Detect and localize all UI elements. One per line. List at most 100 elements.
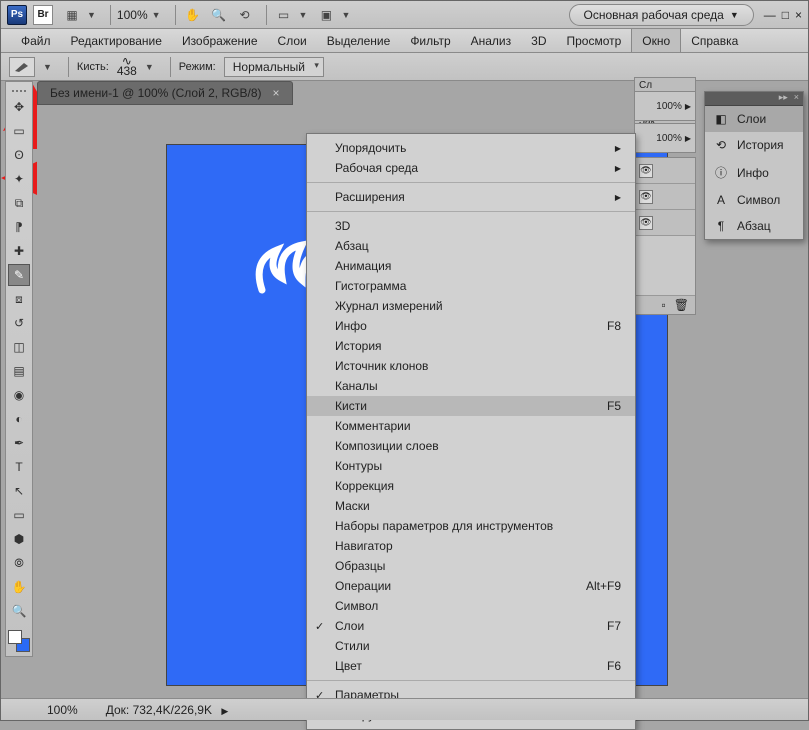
menu-item[interactable]: Гистограмма: [307, 276, 635, 296]
new-layer-icon[interactable]: ▫: [662, 298, 666, 312]
panel-tab-char[interactable]: AСимвол: [705, 187, 803, 213]
tool-path[interactable]: ↖: [8, 480, 30, 502]
tool-3dcam[interactable]: ⦾: [8, 552, 30, 574]
layer-row[interactable]: 👁: [635, 210, 695, 236]
hand-tool-icon[interactable]: ✋: [182, 5, 204, 25]
tool-stamp[interactable]: ⧈: [8, 288, 30, 310]
close-tab-icon[interactable]: ×: [273, 86, 280, 100]
menu-item[interactable]: Рабочая среда▶: [307, 158, 635, 178]
document-tab[interactable]: Без имени-1 @ 100% (Слой 2, RGB/8) ×: [37, 81, 293, 105]
panel-tab-history[interactable]: ⟲История: [705, 132, 803, 158]
menu-item[interactable]: История: [307, 336, 635, 356]
blend-mode-dropdown[interactable]: Нормальный: [224, 57, 324, 77]
menu-item[interactable]: Каналы: [307, 376, 635, 396]
panel-tab-para[interactable]: ¶Абзац: [705, 213, 803, 239]
menu-item-выделение[interactable]: Выделение: [317, 29, 401, 52]
menu-item[interactable]: Коррекция: [307, 476, 635, 496]
menu-item[interactable]: Композиции слоев: [307, 436, 635, 456]
color-swatches[interactable]: [8, 630, 30, 652]
tool-shape[interactable]: ▭: [8, 504, 30, 526]
menu-item[interactable]: Расширения▶: [307, 187, 635, 207]
dropdown-icon[interactable]: ▼: [145, 62, 154, 72]
tool-heal[interactable]: ✚: [8, 240, 30, 262]
dropdown-icon[interactable]: ▼: [341, 10, 350, 20]
zoom-level-label[interactable]: 100%: [117, 8, 148, 22]
menu-item[interactable]: СлоиF7: [307, 616, 635, 636]
opacity-row[interactable]: 100%▶: [634, 91, 696, 121]
menu-item[interactable]: Символ: [307, 596, 635, 616]
menu-item[interactable]: Журнал измерений: [307, 296, 635, 316]
menu-item[interactable]: КистиF5: [307, 396, 635, 416]
collapse-icon[interactable]: ▸▸: [779, 92, 788, 105]
menu-item[interactable]: 3D: [307, 216, 635, 236]
fill-row[interactable]: 100%▶: [634, 123, 696, 153]
menu-item-справка[interactable]: Справка: [681, 29, 748, 52]
status-zoom[interactable]: 100%: [47, 703, 78, 717]
tool-crop[interactable]: ⧉: [8, 192, 30, 214]
tool-preset-icon[interactable]: [9, 57, 35, 77]
menu-item[interactable]: ОперацииAlt+F9: [307, 576, 635, 596]
menu-item[interactable]: Источник клонов: [307, 356, 635, 376]
tool-history[interactable]: ↺: [8, 312, 30, 334]
tool-type[interactable]: T: [8, 456, 30, 478]
tool-gradient[interactable]: ▤: [8, 360, 30, 382]
rotate-view-icon[interactable]: ⟲: [234, 5, 256, 25]
menu-item-редактирование[interactable]: Редактирование: [61, 29, 172, 52]
menu-item-анализ[interactable]: Анализ: [461, 29, 522, 52]
menu-item-изображение[interactable]: Изображение: [172, 29, 268, 52]
menu-item[interactable]: ИнфоF8: [307, 316, 635, 336]
tool-eraser[interactable]: ◫: [8, 336, 30, 358]
menu-item-окно[interactable]: Окно: [631, 29, 681, 52]
arrange-icon[interactable]: ▭: [273, 5, 295, 25]
zoom-tool-icon[interactable]: 🔍: [208, 5, 230, 25]
tool-marquee[interactable]: ▭: [8, 120, 30, 142]
panel-dock-header[interactable]: ▸▸ ×: [705, 92, 803, 106]
menu-item-файл[interactable]: Файл: [11, 29, 61, 52]
menu-item[interactable]: Маски: [307, 496, 635, 516]
menu-item-просмотр[interactable]: Просмотр: [556, 29, 631, 52]
panel-tab-info[interactable]: ⓘИнфо: [705, 158, 803, 187]
tool-dodge[interactable]: ◐: [8, 408, 30, 430]
close-icon[interactable]: ×: [795, 8, 802, 22]
tool-3d[interactable]: ⬢: [8, 528, 30, 550]
screen-mode-icon[interactable]: ▣: [315, 5, 337, 25]
visibility-eye-icon[interactable]: 👁: [639, 164, 653, 178]
menu-item-фильтр[interactable]: Фильтр: [400, 29, 460, 52]
layer-row[interactable]: 👁: [635, 158, 695, 184]
panel-tab-layers[interactable]: ◧Слои: [705, 106, 803, 132]
tool-lasso[interactable]: ʘ: [8, 144, 30, 166]
menu-item[interactable]: Контуры: [307, 456, 635, 476]
maximize-icon[interactable]: □: [782, 8, 789, 22]
visibility-eye-icon[interactable]: 👁: [639, 190, 653, 204]
menu-item-слои[interactable]: Слои: [268, 29, 317, 52]
menu-item[interactable]: Образцы: [307, 556, 635, 576]
dropdown-icon[interactable]: ▼: [87, 10, 96, 20]
layer-row[interactable]: 👁: [635, 184, 695, 210]
film-icon[interactable]: ▦: [61, 5, 83, 25]
minimize-icon[interactable]: —: [764, 8, 776, 22]
menu-item[interactable]: Упорядочить▶: [307, 138, 635, 158]
workspace-switcher[interactable]: Основная рабочая среда ▼: [569, 4, 754, 26]
menu-item[interactable]: Абзац: [307, 236, 635, 256]
brush-preset-picker[interactable]: ∿ 438: [117, 57, 137, 77]
trash-icon[interactable]: 🗑: [674, 298, 689, 312]
tool-pen[interactable]: ✒: [8, 432, 30, 454]
dropdown-icon[interactable]: ▼: [43, 62, 52, 72]
dropdown-icon[interactable]: ▼: [152, 10, 161, 20]
close-icon[interactable]: ×: [794, 92, 799, 105]
tool-zoom[interactable]: 🔍: [8, 600, 30, 622]
bridge-icon[interactable]: Br: [33, 5, 53, 25]
menu-item[interactable]: Комментарии: [307, 416, 635, 436]
menu-item[interactable]: Анимация: [307, 256, 635, 276]
visibility-eye-icon[interactable]: 👁: [639, 216, 653, 230]
tool-blur[interactable]: ◉: [8, 384, 30, 406]
menu-item-3d[interactable]: 3D: [521, 29, 556, 52]
tool-eyedrop[interactable]: ⁋: [8, 216, 30, 238]
menu-item[interactable]: ЦветF6: [307, 656, 635, 676]
menu-item[interactable]: Наборы параметров для инструментов: [307, 516, 635, 536]
tool-hand[interactable]: ✋: [8, 576, 30, 598]
tool-brush[interactable]: ✎: [8, 264, 30, 286]
dropdown-icon[interactable]: ▼: [299, 10, 308, 20]
menu-item[interactable]: Навигатор: [307, 536, 635, 556]
panel-grip-icon[interactable]: [6, 86, 32, 96]
